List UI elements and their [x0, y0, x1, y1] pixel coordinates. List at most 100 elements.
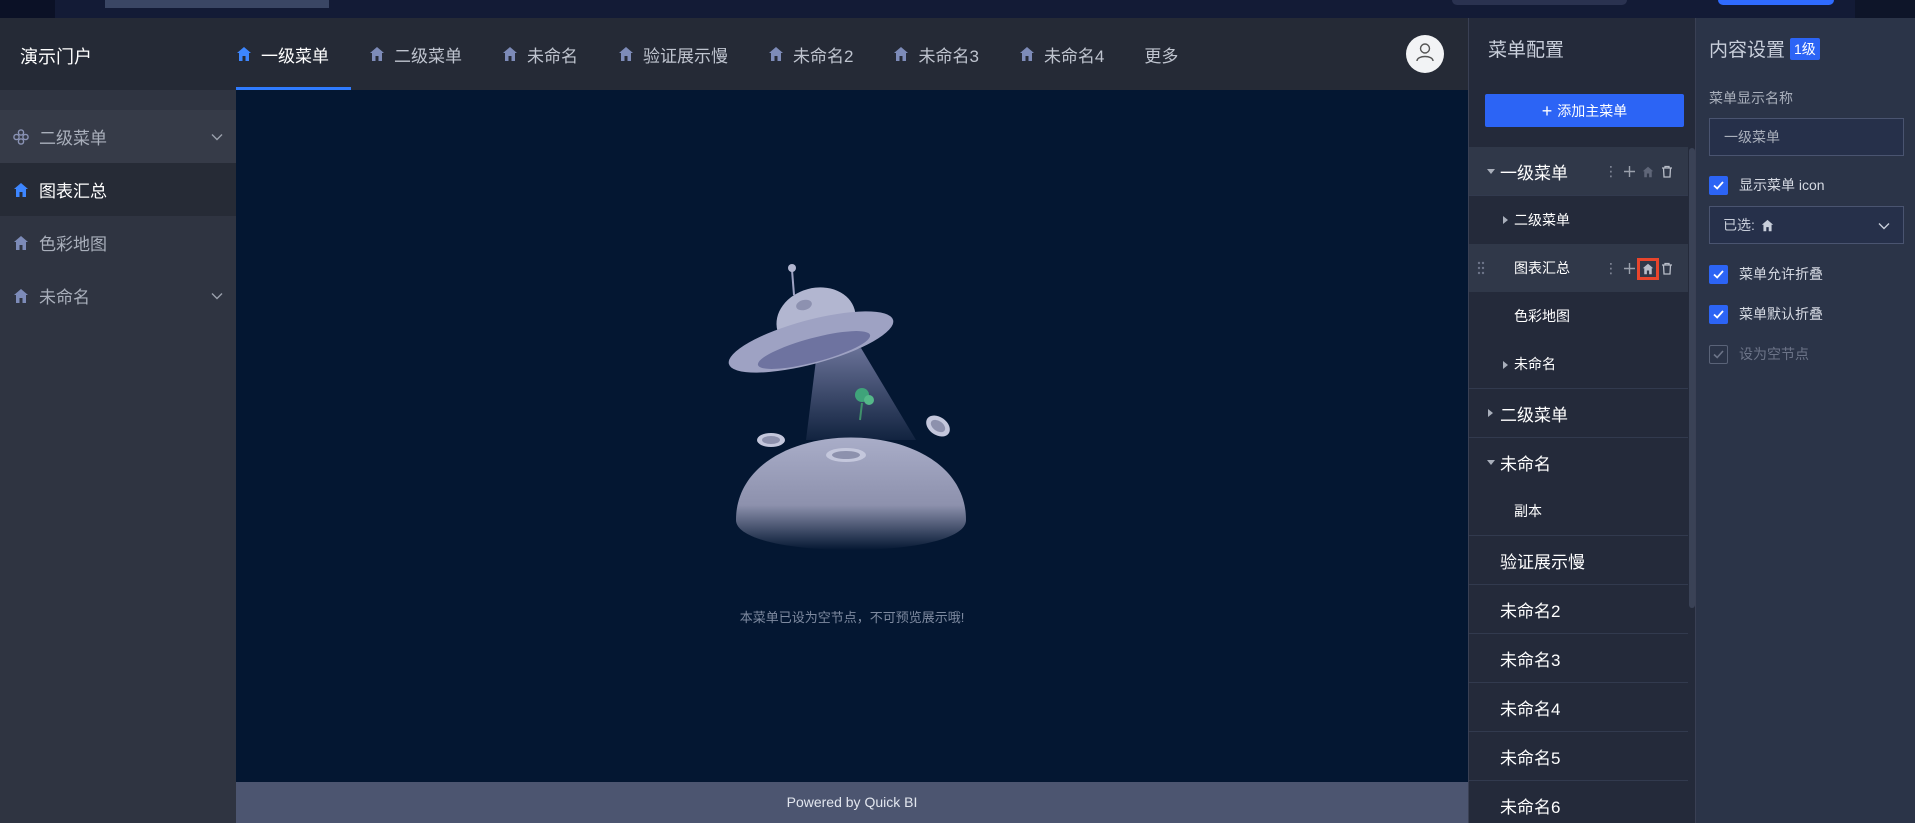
user-avatar[interactable]: [1406, 35, 1444, 73]
tree-node-verify[interactable]: 验证展示慢: [1469, 536, 1688, 585]
plus-icon: +: [1541, 100, 1553, 121]
default-collapse-option[interactable]: 菜单默认折叠: [1709, 304, 1823, 324]
caret-right-icon[interactable]: [1503, 361, 1508, 369]
tree-node-level1[interactable]: 一级菜单 ⋮: [1469, 147, 1688, 196]
tree-node-label: 验证展示慢: [1500, 552, 1585, 572]
nav-more[interactable]: 更多: [1144, 18, 1200, 90]
checkbox-disabled-icon: [1709, 344, 1728, 364]
tree-node-unnamed3[interactable]: 未命名3: [1469, 634, 1688, 683]
tree-node-label: 未命名: [1500, 455, 1551, 474]
caret-down-icon[interactable]: [1487, 169, 1495, 174]
tree-node-level2[interactable]: 二级菜单: [1469, 196, 1688, 244]
left-sidebar: 二级菜单 图表汇总 色彩地图 未命名: [0, 90, 236, 823]
tree-node-color-map[interactable]: 色彩地图: [1469, 292, 1688, 340]
sidebar-item-label: 色彩地图: [39, 235, 107, 254]
home-icon: [13, 235, 29, 251]
tree-node-label: 未命名4: [1500, 699, 1561, 719]
drag-handle-icon[interactable]: [1477, 261, 1485, 275]
sidebar-item-color-map[interactable]: 色彩地图: [0, 216, 236, 269]
nav-item-level1[interactable]: 一级菜单: [236, 18, 351, 90]
add-child-icon[interactable]: [1622, 262, 1636, 276]
portal-brand: 演示门户: [20, 47, 92, 67]
browser-top-strip: [0, 0, 1915, 18]
nav-item-label: 二级菜单: [394, 46, 462, 66]
home-icon[interactable]: [1637, 257, 1659, 280]
home-icon: [13, 288, 29, 304]
tree-node-chart-summary[interactable]: 图表汇总 ⋮: [1469, 244, 1688, 292]
home-icon: [618, 46, 634, 62]
content-settings-panel: 内容设置 1级 菜单显示名称 显示菜单 icon 已选: 菜单允许折叠 菜单默认…: [1695, 18, 1915, 823]
tree-node-unnamed-child[interactable]: 未命名: [1469, 340, 1688, 389]
icon-select-prefix: 已选:: [1723, 217, 1755, 233]
delete-icon[interactable]: [1660, 165, 1674, 179]
tree-node-actions: ⋮: [1604, 163, 1674, 180]
top-bar-tab: [105, 0, 329, 8]
add-main-menu-button[interactable]: + 添加主菜单: [1485, 94, 1684, 127]
home-icon[interactable]: [1641, 165, 1655, 179]
chevron-down-icon: [1877, 219, 1891, 233]
show-icon-option[interactable]: 显示菜单 icon: [1709, 175, 1825, 195]
more-vertical-icon[interactable]: ⋮: [1604, 260, 1618, 277]
tree-node-label: 未命名3: [1500, 650, 1561, 670]
tree-node-unnamed6[interactable]: 未命名6: [1469, 781, 1688, 823]
sidebar-item-label: 二级菜单: [39, 129, 107, 148]
nav-item-unnamed[interactable]: 未命名: [502, 18, 600, 90]
powered-by-footer: Powered by Quick BI: [236, 782, 1468, 823]
chevron-down-icon: [210, 288, 224, 302]
tree-node-label: 二级菜单: [1500, 405, 1568, 425]
nav-item-unnamed2[interactable]: 未命名2: [768, 18, 875, 90]
home-icon: [1761, 219, 1774, 232]
nav-item-label: 未命名4: [1043, 46, 1105, 66]
tree-node-copy[interactable]: 副本: [1469, 487, 1688, 536]
sidebar-item-level2[interactable]: 二级菜单: [0, 110, 236, 163]
top-bar-control: [1452, 0, 1627, 5]
icon-select[interactable]: 已选:: [1709, 206, 1904, 244]
allow-collapse-option[interactable]: 菜单允许折叠: [1709, 264, 1823, 284]
chevron-down-icon: [210, 129, 224, 143]
tree-node-label: 图表汇总: [1514, 260, 1570, 276]
home-icon: [13, 182, 29, 198]
home-icon: [502, 46, 518, 62]
tree-node-label: 未命名6: [1500, 798, 1561, 817]
sidebar-item-chart-summary[interactable]: 图表汇总: [0, 163, 236, 216]
menu-display-name-label: 菜单显示名称: [1709, 90, 1793, 106]
empty-state-message: 本菜单已设为空节点，不可预览展示哦!: [739, 610, 965, 625]
top-nav: 一级菜单 二级菜单 未命名 验证展示慢 未命名2 未命名3 未命名4 更多: [236, 18, 1218, 90]
tree-node-actions: ⋮: [1604, 257, 1674, 280]
tree-node-unnamed[interactable]: 未命名: [1469, 438, 1688, 487]
checkbox-checked-icon[interactable]: [1709, 175, 1728, 195]
content-settings-title-text: 内容设置: [1709, 40, 1786, 61]
portal-header: 演示门户 一级菜单 二级菜单 未命名 验证展示慢 未命名2 未命名3 未命名4: [0, 18, 1468, 90]
level-badge: 1级: [1790, 37, 1820, 60]
tree-node-unnamed2[interactable]: 未命名2: [1469, 585, 1688, 634]
caret-right-icon[interactable]: [1488, 409, 1493, 417]
nav-item-level2[interactable]: 二级菜单: [369, 18, 484, 90]
sidebar-item-label: 图表汇总: [39, 182, 107, 201]
checkbox-checked-icon[interactable]: [1709, 264, 1728, 284]
menu-display-name-input[interactable]: [1709, 118, 1904, 156]
add-child-icon[interactable]: [1622, 165, 1636, 179]
top-bar-edge: [1855, 0, 1915, 18]
nav-item-label: 未命名3: [918, 46, 979, 66]
main-canvas: 本菜单已设为空节点，不可预览展示哦!: [236, 90, 1468, 782]
tree-node-label: 色彩地图: [1514, 308, 1570, 324]
user-icon: [1414, 41, 1436, 68]
empty-ufo-illustration: [728, 264, 966, 550]
tree-node-unnamed4[interactable]: 未命名4: [1469, 683, 1688, 732]
allow-collapse-label: 菜单允许折叠: [1739, 266, 1823, 282]
tree-node-label: 一级菜单: [1500, 163, 1568, 183]
nav-item-unnamed3[interactable]: 未命名3: [893, 18, 1000, 90]
nav-item-verify[interactable]: 验证展示慢: [618, 18, 750, 90]
caret-down-icon[interactable]: [1487, 460, 1495, 465]
tree-node-label: 二级菜单: [1514, 212, 1570, 228]
home-icon: [893, 46, 909, 62]
more-vertical-icon[interactable]: ⋮: [1604, 163, 1618, 180]
tree-node-unnamed5[interactable]: 未命名5: [1469, 732, 1688, 781]
tree-node-level2-root[interactable]: 二级菜单: [1469, 389, 1688, 438]
sidebar-item-unnamed[interactable]: 未命名: [0, 269, 236, 322]
checkbox-checked-icon[interactable]: [1709, 304, 1728, 324]
default-collapse-label: 菜单默认折叠: [1739, 306, 1823, 322]
caret-right-icon[interactable]: [1503, 216, 1508, 224]
delete-icon[interactable]: [1660, 262, 1674, 276]
nav-item-unnamed4[interactable]: 未命名4: [1019, 18, 1126, 90]
